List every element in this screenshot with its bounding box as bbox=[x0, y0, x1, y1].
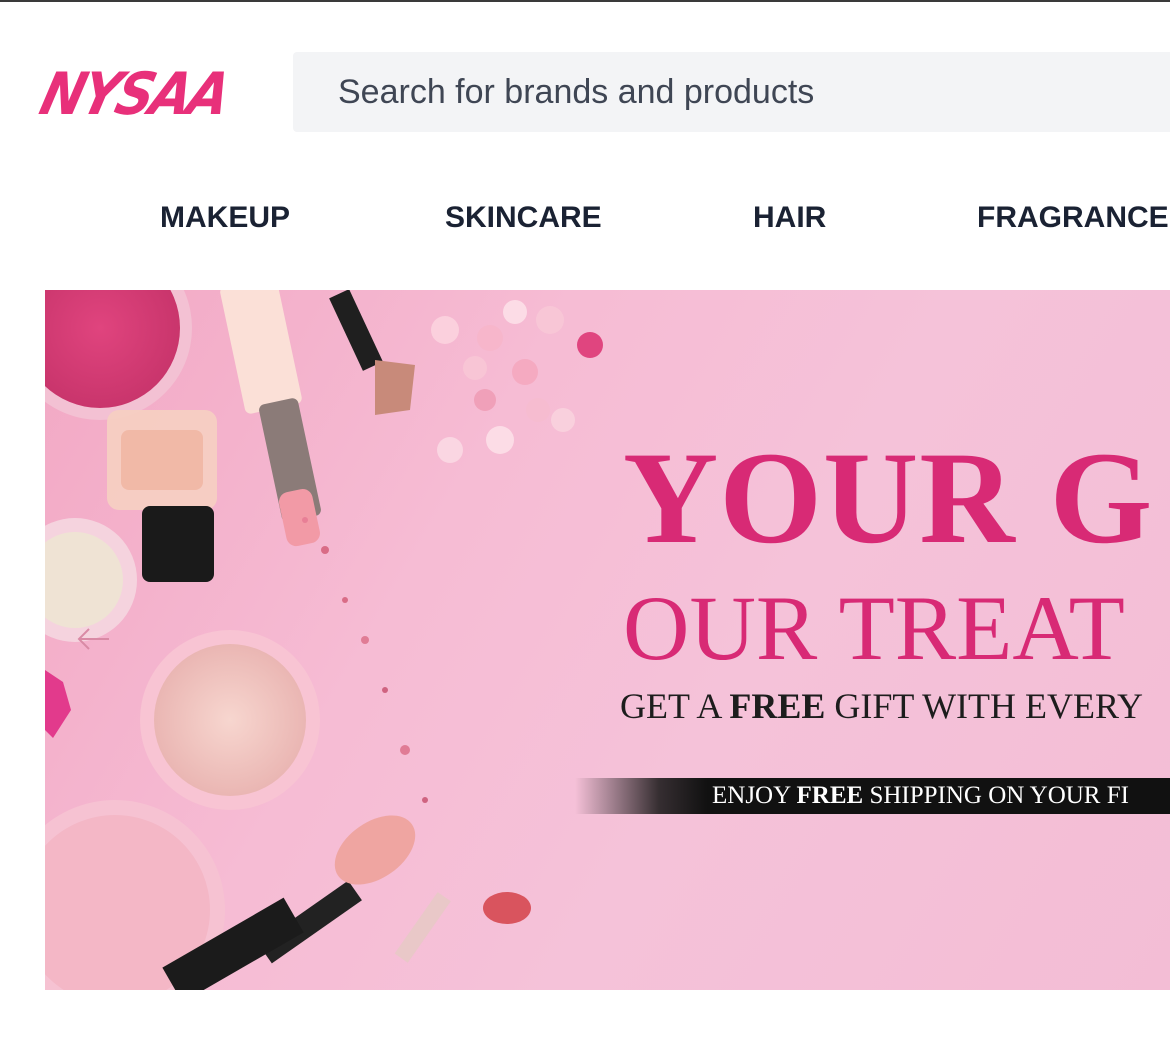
banner-headline: YOUR G bbox=[623, 424, 1154, 571]
site-header: NYSAA bbox=[0, 2, 1170, 150]
shipping-text-pre: ENJOY bbox=[712, 782, 797, 809]
nav-item-makeup[interactable]: MAKEUP bbox=[160, 190, 290, 246]
shipping-text-bold: FREE bbox=[796, 782, 864, 809]
banner-offer-text: GET A FREE GIFT WITH EVERY bbox=[620, 688, 1143, 724]
offer-text-bold: FREE bbox=[729, 686, 826, 726]
nysaa-logo[interactable]: NYSAA bbox=[34, 60, 238, 130]
shipping-text-post: SHIPPING ON YOUR FI bbox=[863, 782, 1129, 809]
nav-item-hair[interactable]: HAIR bbox=[753, 190, 826, 246]
arrow-left-icon bbox=[77, 628, 109, 650]
cosmetics-illustration bbox=[45, 290, 603, 990]
category-nav: MAKEUP SKINCARE HAIR FRAGRANCE bbox=[0, 190, 1170, 246]
offer-text-pre: GET A bbox=[620, 686, 730, 726]
search-input[interactable] bbox=[293, 52, 1170, 132]
carousel-prev-button[interactable] bbox=[73, 624, 113, 654]
search-bar bbox=[293, 52, 1170, 132]
nav-item-skincare[interactable]: SKINCARE bbox=[445, 190, 602, 246]
offer-text-post: GIFT WITH EVERY bbox=[825, 686, 1144, 726]
banner-subheadline: OUR TREAT bbox=[623, 577, 1125, 679]
logo-wordmark: NYSAA bbox=[33, 61, 235, 129]
shipping-text: ENJOY FREE SHIPPING ON YOUR FI bbox=[712, 782, 1129, 810]
promo-banner[interactable]: YOUR G OUR TREAT GET A FREE GIFT WITH EV… bbox=[45, 290, 1170, 990]
nav-item-fragrance[interactable]: FRAGRANCE bbox=[977, 190, 1169, 246]
